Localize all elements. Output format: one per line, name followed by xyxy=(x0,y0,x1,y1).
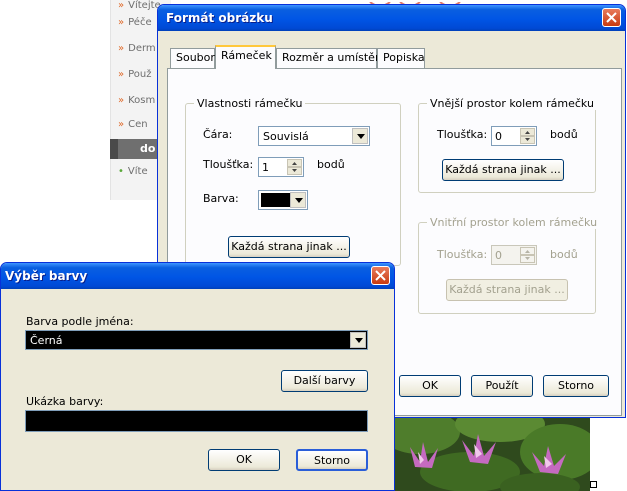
tab-ramecek[interactable]: Rámeček xyxy=(215,45,276,69)
border-color-picker[interactable] xyxy=(258,190,308,210)
thickness-stepper[interactable]: 1 xyxy=(258,157,304,177)
inner-thickness-label: Tloušťka: xyxy=(437,248,488,261)
color-preview-swatch xyxy=(25,410,368,432)
dropdown-arrow-icon[interactable] xyxy=(350,332,366,348)
water-lily-photo xyxy=(390,412,590,491)
more-colors-button[interactable]: Další barvy xyxy=(281,370,368,392)
color-dialog-title: Výběr barvy xyxy=(5,269,88,283)
outer-thickness-label: Tloušťka: xyxy=(437,128,488,141)
cancel-button[interactable]: Storno xyxy=(543,375,609,397)
apply-button[interactable]: Použít xyxy=(471,375,533,397)
color-ok-button[interactable]: OK xyxy=(208,449,280,471)
spin-down-icon[interactable] xyxy=(287,167,302,175)
line-style-select[interactable]: Souvislá xyxy=(258,126,370,146)
outer-thickness-stepper[interactable]: 0 xyxy=(491,126,537,146)
format-dialog-titlebar[interactable]: Formát obrázku xyxy=(158,5,625,31)
inner-unit: bodů xyxy=(550,248,578,261)
tab-popiska[interactable]: Popiska xyxy=(377,48,425,68)
dropdown-arrow-icon[interactable] xyxy=(352,128,368,144)
color-picker-dialog: Výběr barvy Barva podle jména: Černá Dal… xyxy=(0,262,395,491)
color-name-label: Barva podle jména: xyxy=(26,315,134,328)
color-label: Barva: xyxy=(203,192,239,205)
resize-handle[interactable] xyxy=(590,481,597,488)
color-cancel-button[interactable]: Storno xyxy=(296,449,368,471)
close-icon xyxy=(606,12,617,23)
thickness-label: Tloušťka: xyxy=(203,158,254,171)
thickness-unit: bodů xyxy=(317,158,345,171)
inner-each-side-button: Každá strana jinak ... xyxy=(446,279,568,301)
spin-up-icon[interactable] xyxy=(287,159,302,167)
outer-unit: bodů xyxy=(550,128,578,141)
spin-down-icon xyxy=(520,255,535,263)
spin-up-icon[interactable] xyxy=(520,128,535,136)
close-icon xyxy=(375,270,386,281)
ok-button[interactable]: OK xyxy=(399,375,461,397)
outer-each-side-button[interactable]: Každá strana jinak ... xyxy=(442,159,564,181)
inner-thickness-stepper: 0 xyxy=(491,245,537,265)
format-dialog-title: Formát obrázku xyxy=(166,11,273,25)
color-name-select[interactable]: Černá xyxy=(25,330,368,350)
close-button[interactable] xyxy=(602,8,621,27)
spin-down-icon[interactable] xyxy=(520,136,535,144)
spin-up-icon xyxy=(520,247,535,255)
color-swatch xyxy=(261,193,291,207)
each-side-different-button[interactable]: Každá strana jinak ... xyxy=(228,236,350,258)
dropdown-arrow-icon[interactable] xyxy=(290,192,306,208)
color-dialog-titlebar[interactable]: Výběr barvy xyxy=(1,263,394,289)
tab-rozmer-a-umisteni[interactable]: Rozměr a umístění xyxy=(276,48,385,68)
color-preview-label: Ukázka barvy: xyxy=(26,395,104,408)
close-button[interactable] xyxy=(371,266,390,285)
tab-soubor[interactable]: Soubor xyxy=(170,48,215,68)
line-label: Čára: xyxy=(203,128,233,141)
